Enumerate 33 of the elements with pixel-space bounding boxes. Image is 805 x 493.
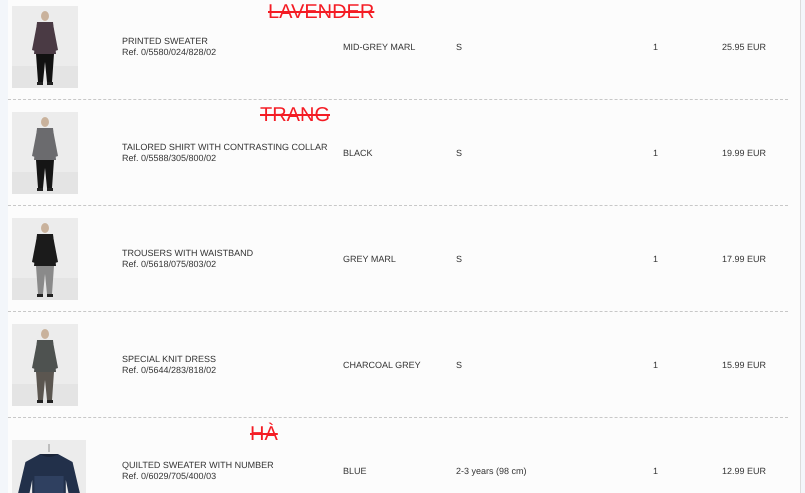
product-price: 12.99 EUR: [720, 466, 766, 476]
handwritten-annotation: HÀ: [250, 424, 278, 444]
product-quantity: 1: [653, 42, 660, 52]
product-price: 17.99 EUR: [720, 254, 766, 264]
product-reference: Ref. 0/5588/305/800/02: [122, 152, 218, 164]
handwritten-annotation: LAVENDER: [268, 2, 374, 22]
product-colour: BLACK: [343, 148, 374, 158]
product-colour: CHARCOAL GREY: [343, 360, 422, 370]
product-name: TROUSERS WITH WAISTBAND: [122, 248, 254, 258]
product-size: S: [456, 148, 464, 158]
product-reference: Ref. 0/5644/283/818/02: [122, 364, 218, 376]
product-price: 15.99 EUR: [720, 360, 766, 370]
product-size: 2-3 years (98 cm): [456, 466, 528, 476]
product-size: S: [456, 360, 464, 370]
product-reference: Ref. 0/5618/075/803/02: [122, 258, 218, 270]
product-price: 25.95 EUR: [720, 42, 766, 52]
product-size: S: [456, 42, 464, 52]
product-quantity: 1: [653, 360, 660, 370]
product-name: TAILORED SHIRT WITH CONTRASTING COLLAR: [122, 142, 329, 152]
handwritten-annotation: TRANG: [260, 105, 330, 125]
product-name: SPECIAL KNIT DRESS: [122, 354, 218, 364]
product-quantity: 1: [653, 148, 660, 158]
product-size: S: [456, 254, 464, 264]
product-colour: BLUE: [343, 466, 368, 476]
product-name: PRINTED SWEATER: [122, 36, 209, 46]
product-name: QUILTED SWEATER WITH NUMBER: [122, 460, 275, 470]
product-reference: Ref. 0/6029/705/400/03: [122, 470, 218, 482]
product-colour: MID-GREY MARL: [343, 42, 416, 52]
product-colour: GREY MARL: [343, 254, 397, 264]
product-quantity: 1: [653, 254, 660, 264]
product-quantity: 1: [653, 466, 660, 476]
product-price: 19.99 EUR: [720, 148, 766, 158]
product-reference: Ref. 0/5580/024/828/02: [122, 46, 218, 58]
